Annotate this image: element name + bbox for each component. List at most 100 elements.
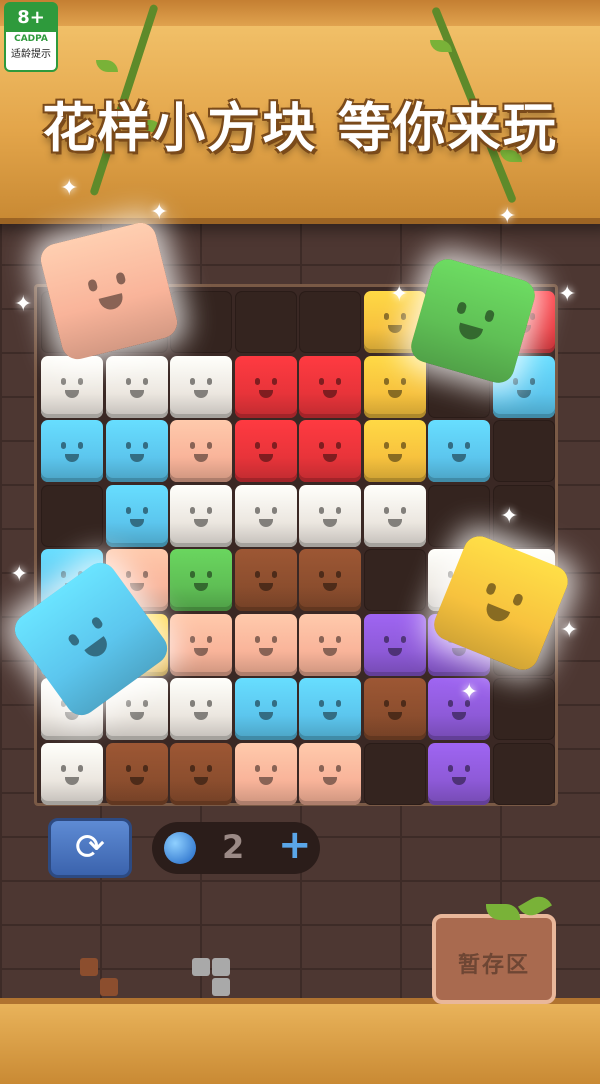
block-eye [142,764,148,772]
blue-block[interactable] [234,678,297,740]
block-mouth [194,454,208,462]
purple-block[interactable] [428,742,490,805]
block-mouth [129,712,144,720]
block-eye [61,764,66,772]
block-eye [383,313,389,320]
block-mouth [194,518,208,527]
brown-block[interactable] [299,549,361,611]
block-eye [483,309,496,323]
block-face [106,743,168,805]
block-eye [448,764,453,772]
block-eye [207,764,212,772]
brown-block[interactable] [170,742,232,805]
sparkle-icon: ✦ [10,562,29,587]
brown-block[interactable] [234,549,297,611]
blue-block[interactable] [105,420,168,482]
peach-block[interactable] [234,742,297,805]
yellow-block[interactable] [363,420,426,482]
block-mouth [194,647,208,656]
empty-cell[interactable] [234,291,297,353]
white-block[interactable] [41,355,103,418]
block-eye [319,764,324,772]
block-eye [190,506,195,514]
white-block[interactable] [170,678,232,740]
block-eye [254,377,260,385]
block-face [428,420,490,482]
yellow-block[interactable] [363,355,426,418]
mini-brown-block [80,958,98,976]
block-eye [319,635,324,643]
block-eye [271,635,277,643]
block-eye [336,764,341,772]
white-block[interactable] [234,484,297,547]
block-face [299,549,361,611]
empty-cell[interactable] [170,291,232,353]
red-block[interactable] [234,355,297,418]
block-face [235,678,297,740]
block-mouth [129,518,144,527]
empty-cell[interactable] [363,742,426,805]
block-eye [448,700,453,707]
peach-block[interactable] [170,420,232,482]
white-block[interactable] [299,484,361,547]
green-block[interactable] [170,549,232,611]
block-mouth [387,518,402,527]
white-block[interactable] [363,484,426,547]
sparkle-icon: ✦ [500,504,519,529]
brown-block[interactable] [105,742,168,805]
brown-block[interactable] [363,678,426,740]
storage-area[interactable]: 暂存区 [432,914,556,1004]
purple-block[interactable] [428,678,490,740]
block-eye [383,506,389,514]
block-eye [271,764,277,772]
empty-cell[interactable] [363,549,426,611]
mini-grey-block [212,958,230,976]
refresh-button[interactable]: ⟳ [48,818,132,878]
peach-block[interactable] [170,613,232,676]
empty-cell[interactable] [492,742,555,805]
block-eye [87,278,99,293]
page-title: 花样小方块 等你来玩 [42,98,558,159]
block-mouth [516,389,531,398]
block-eye [254,442,260,449]
block-eye [142,506,148,514]
white-block[interactable] [105,355,168,418]
block-eye [125,377,131,385]
empty-cell[interactable] [299,291,361,353]
blue-block[interactable] [299,678,361,740]
block-eye [529,377,535,385]
storage-label: 暂存区 [457,953,530,978]
block-face [170,356,232,418]
block-mouth [84,636,112,662]
block-eye [142,442,148,449]
block-face [364,485,426,547]
empty-cell[interactable] [492,420,555,482]
block-mouth [194,712,208,720]
block-face [170,678,232,740]
peach-block[interactable] [234,613,297,676]
add-orb-button[interactable]: + [278,822,312,868]
blue-block[interactable] [428,420,490,482]
block-eye [383,377,389,385]
block-eye [336,377,341,385]
peach-block[interactable] [299,613,361,676]
empty-cell[interactable] [41,484,103,547]
white-block[interactable] [170,484,232,547]
red-block[interactable] [299,420,361,482]
white-block[interactable] [170,355,232,418]
block-eye [511,592,525,607]
block-mouth [194,389,208,398]
blue-block[interactable] [41,420,103,482]
red-block[interactable] [299,355,361,418]
peach-block[interactable] [299,742,361,805]
purple-block[interactable] [363,613,426,676]
empty-cell[interactable] [492,678,555,740]
blue-block[interactable] [105,484,168,547]
block-eye [254,506,260,514]
sparkle-icon: ✦ [150,200,169,225]
white-block[interactable] [41,742,103,805]
block-mouth [323,583,337,591]
block-face [106,485,168,547]
red-block[interactable] [234,420,297,482]
block-mouth [452,454,466,462]
